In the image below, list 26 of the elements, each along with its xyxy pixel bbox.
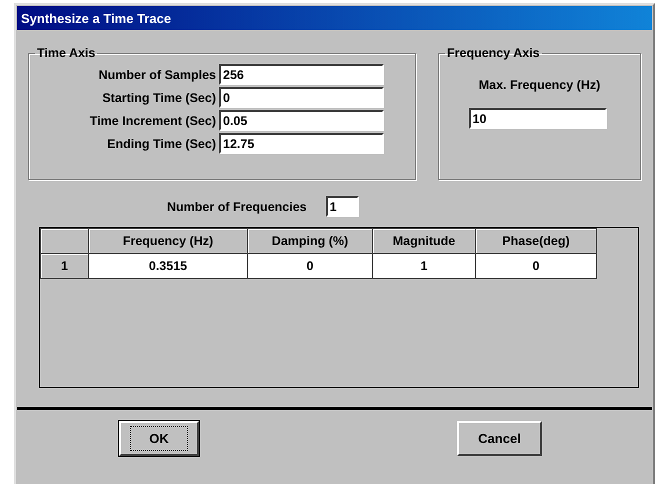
input-field[interactable]: 12.75 bbox=[219, 133, 384, 154]
field-label: Starting Time (Sec) bbox=[102, 90, 216, 104]
field-label: Time Increment (Sec) bbox=[90, 114, 216, 128]
group-title: Frequency Axis bbox=[446, 46, 541, 60]
field-label: Number of Frequencies bbox=[167, 200, 307, 214]
cancel-button[interactable]: Cancel bbox=[457, 421, 542, 456]
column-header: Damping (%) bbox=[248, 228, 372, 254]
field-label: Number of Samples bbox=[98, 68, 216, 82]
input-field[interactable]: 1 bbox=[326, 196, 359, 217]
column-header: Phase(deg) bbox=[476, 228, 596, 254]
table-cell[interactable]: 0.3515 bbox=[88, 254, 248, 278]
row-header: 1 bbox=[40, 254, 88, 278]
field-label: Max. Frequency (Hz) bbox=[478, 78, 600, 92]
column-header: Magnitude bbox=[372, 228, 476, 254]
window-title: Synthesize a Time Trace bbox=[21, 10, 172, 26]
table-cell[interactable]: 0 bbox=[248, 254, 372, 278]
input-field[interactable]: 10 bbox=[468, 108, 606, 129]
input-field[interactable]: 256 bbox=[219, 64, 384, 85]
field-label: Ending Time (Sec) bbox=[107, 136, 216, 150]
input-field[interactable]: 0 bbox=[219, 87, 384, 108]
table-cell[interactable]: 1 bbox=[372, 254, 476, 278]
group-title: Time Axis bbox=[36, 46, 96, 60]
column-header: Frequency (Hz) bbox=[88, 228, 248, 254]
ok-button[interactable]: OK bbox=[119, 421, 199, 456]
input-field[interactable]: 0.05 bbox=[219, 110, 384, 131]
table-cell[interactable]: 0 bbox=[476, 254, 596, 278]
